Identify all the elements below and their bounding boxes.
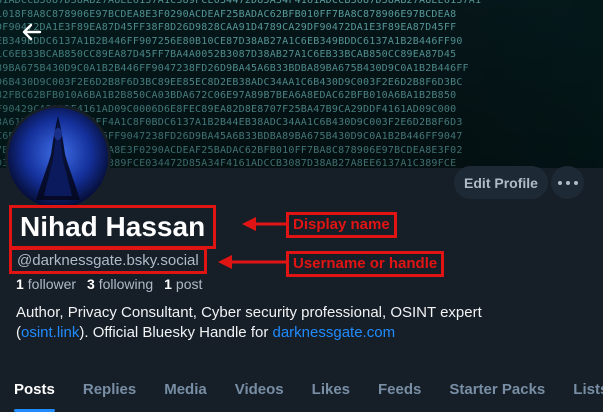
posts-count: 1 [164, 276, 172, 292]
profile-bio: Author, Privacy Consultant, Cyber securi… [16, 303, 586, 343]
tab-likes[interactable]: Likes [298, 366, 364, 412]
annotation-handle: Username or handle [286, 251, 445, 277]
followers-label: follower [27, 276, 77, 292]
tab-posts[interactable]: Posts [0, 366, 69, 412]
following-count: 3 [86, 276, 95, 292]
tab-lists[interactable]: Lists [559, 366, 603, 412]
profile-stats: 1 follower 3 following 1 post [16, 276, 209, 292]
tab-videos[interactable]: Videos [221, 366, 298, 412]
tab-media[interactable]: Media [150, 366, 221, 412]
bio-text: Author, Privacy Consultant, Cyber securi… [16, 304, 482, 321]
followers-stat[interactable]: 1 follower [16, 276, 76, 292]
tab-replies[interactable]: Replies [69, 366, 150, 412]
posts-label: post [175, 276, 203, 292]
posts-stat: 1 post [164, 276, 202, 292]
profile-tabs: Posts Replies Media Videos Likes Feeds S… [0, 366, 603, 412]
following-stat[interactable]: 3 following [87, 276, 153, 292]
tab-feeds[interactable]: Feeds [364, 366, 435, 412]
annotation-display-name: Display name [286, 212, 397, 238]
tab-starter-packs[interactable]: Starter Packs [435, 366, 559, 412]
followers-count: 1 [16, 276, 24, 292]
bio-link-osint[interactable]: osint.link [21, 324, 79, 341]
bio-link-website[interactable]: darknessgate.com [273, 324, 396, 341]
annotation-arrows [218, 217, 286, 269]
following-label: following [98, 276, 154, 292]
bio-text-middle: ). Official Bluesky Handle for [79, 324, 273, 341]
